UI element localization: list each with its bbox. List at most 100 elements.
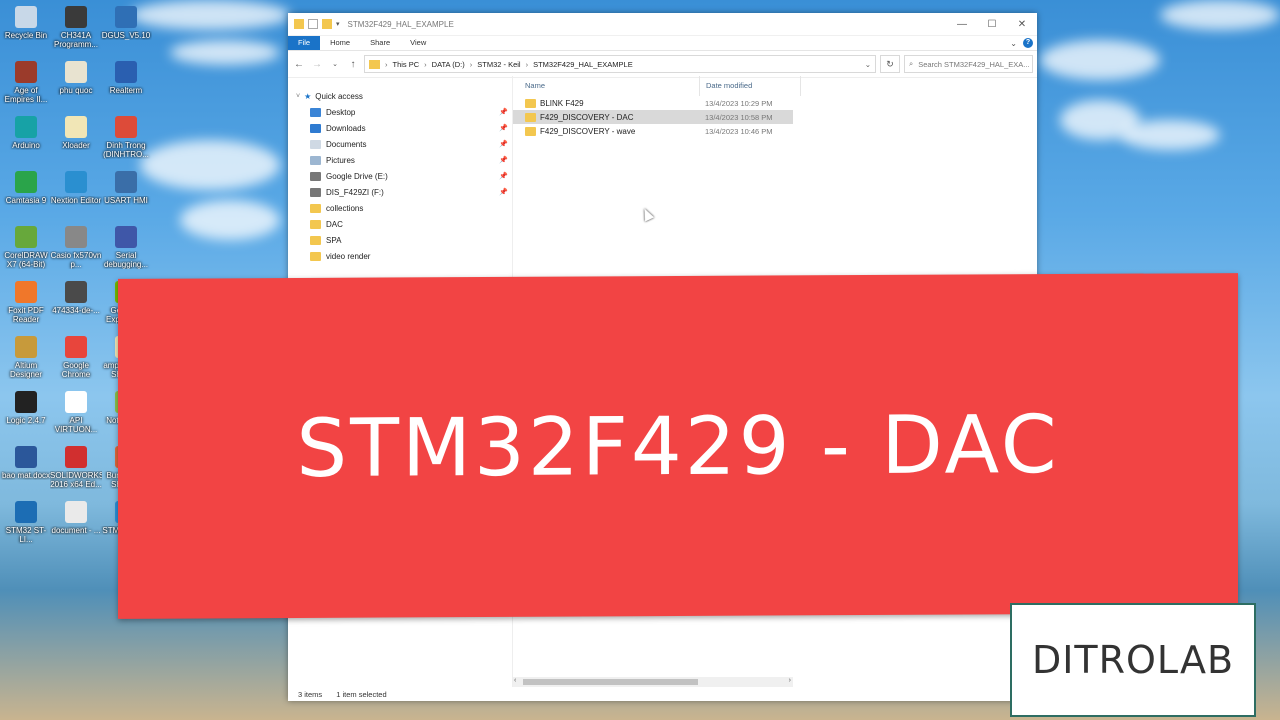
breadcrumb-current-folder[interactable]: STM32F429_HAL_EXAMPLE — [533, 60, 633, 69]
desktop-icon[interactable]: Google Chrome — [50, 336, 102, 379]
tab-share[interactable]: Share — [360, 36, 400, 50]
app-icon — [65, 226, 87, 248]
desktop-icon[interactable]: Foxit PDF Reader — [0, 281, 52, 324]
desktop-icon-label: DGUS_V5.10 — [101, 31, 151, 40]
address-bar[interactable]: › This PC › DATA (D:) › STM32 - Keil › S… — [364, 55, 876, 73]
desktop-icon[interactable]: DGUS_V5.10 — [100, 6, 152, 40]
app-icon — [15, 391, 37, 413]
scrollbar-thumb[interactable] — [523, 679, 698, 685]
app-icon — [115, 226, 137, 248]
search-input[interactable]: Search STM32F429_HAL_EXA... — [918, 60, 1029, 69]
maximize-button[interactable]: ☐ — [977, 19, 1007, 30]
desktop-icon-label: USART HMI — [104, 196, 148, 205]
breadcrumb-data-drive[interactable]: DATA (D:) — [432, 60, 465, 69]
pin-icon[interactable]: 📌 — [499, 124, 508, 132]
nav-quick-access[interactable]: ˅ ★ Quick access — [288, 88, 512, 104]
file-name: BLINK F429 — [540, 98, 584, 108]
app-icon — [15, 226, 37, 248]
recent-locations-icon[interactable]: ⌄ — [328, 60, 342, 68]
scroll-right-icon[interactable]: › — [789, 677, 791, 684]
help-icon[interactable]: ? — [1023, 38, 1033, 48]
desktop-icon[interactable]: Serial debugging... — [100, 226, 152, 269]
desktop-icon[interactable]: Xloader — [50, 116, 102, 150]
folder-icon — [310, 187, 321, 197]
expand-ribbon-icon[interactable]: ⌄ — [1010, 39, 1017, 48]
close-button[interactable]: ✕ — [1007, 19, 1037, 30]
desktop-icon[interactable]: Age of Empires II... — [0, 61, 52, 104]
refresh-icon[interactable]: ↻ — [880, 55, 900, 73]
desktop-icon[interactable]: Casio fx570vn p... — [50, 226, 102, 269]
app-icon — [115, 6, 137, 28]
desktop-icon[interactable]: USART HMI — [100, 171, 152, 205]
desktop-icon[interactable]: Nextion Editor — [50, 171, 102, 205]
pin-icon[interactable]: 📌 — [499, 108, 508, 116]
nav-item[interactable]: DAC — [288, 216, 512, 232]
desktop-icon[interactable]: bao mat.docx — [0, 446, 52, 480]
tab-view[interactable]: View — [400, 36, 436, 50]
desktop-icon[interactable]: Arduino — [0, 116, 52, 150]
file-row[interactable]: F429_DISCOVERY - DAC 13/4/2023 10:58 PM — [513, 110, 793, 124]
nav-item[interactable]: DIS_F429ZI (F:) 📌 — [288, 184, 512, 200]
nav-item[interactable]: video render — [288, 248, 512, 264]
properties-icon[interactable] — [308, 19, 318, 29]
pin-icon[interactable]: 📌 — [499, 188, 508, 196]
folder-icon — [310, 123, 321, 133]
nav-item[interactable]: collections — [288, 200, 512, 216]
desktop-icon[interactable]: Dinh Trong (DINHTRO... — [100, 116, 152, 159]
nav-item-label: video render — [326, 251, 371, 261]
tab-home[interactable]: Home — [320, 36, 360, 50]
desktop-icon[interactable]: 474334-de-... — [50, 281, 102, 315]
app-icon — [65, 336, 87, 358]
file-row[interactable]: BLINK F429 13/4/2023 10:29 PM — [513, 96, 793, 110]
nav-item[interactable]: Documents 📌 — [288, 136, 512, 152]
search-box[interactable]: ⌕ Search STM32F429_HAL_EXA... — [904, 55, 1033, 73]
nav-item[interactable]: Downloads 📌 — [288, 120, 512, 136]
desktop-icon[interactable]: Recycle Bin — [0, 6, 52, 40]
minimize-button[interactable]: — — [947, 19, 977, 30]
nav-item[interactable]: SPA — [288, 232, 512, 248]
nav-item-label: DIS_F429ZI (F:) — [326, 187, 384, 197]
scroll-left-icon[interactable]: ‹ — [514, 677, 516, 684]
breadcrumb-stm32-keil[interactable]: STM32 - Keil — [477, 60, 520, 69]
desktop-icon[interactable]: Logic 2.4.7 — [0, 391, 52, 425]
tab-file[interactable]: File — [288, 36, 321, 50]
column-name[interactable]: Name — [513, 76, 700, 96]
column-date-modified[interactable]: Date modified — [700, 76, 801, 96]
pin-icon[interactable]: 📌 — [499, 156, 508, 164]
pin-icon[interactable]: 📌 — [499, 140, 508, 148]
selection-status: 1 item selected — [336, 689, 387, 699]
desktop-icon[interactable]: SOLIDWORKS 2016 x64 Ed... — [50, 446, 102, 489]
desktop-icon[interactable]: Altium Designer — [0, 336, 52, 379]
window-title: STM32F429_HAL_EXAMPLE — [347, 19, 454, 29]
nav-item-label: DAC — [326, 219, 343, 229]
nav-item[interactable]: Pictures 📌 — [288, 152, 512, 168]
desktop-icon[interactable]: CH341A Programm... — [50, 6, 102, 49]
chevron-down-icon[interactable]: ▾ — [336, 20, 340, 28]
pin-icon[interactable]: 📌 — [499, 172, 508, 180]
desktop-icon[interactable]: STM32 ST-LI... — [0, 501, 52, 544]
nav-item-label: Documents — [326, 139, 367, 149]
desktop-icon[interactable]: CorelDRAW X7 (64-Bit) — [0, 226, 52, 269]
horizontal-scrollbar[interactable]: ‹ › — [513, 677, 793, 687]
desktop-icon[interactable]: Camtasia 9 — [0, 171, 52, 205]
desktop-icon[interactable]: document - ... — [50, 501, 102, 535]
desktop-icon-label: phu quoc — [59, 86, 93, 95]
desktop-icon[interactable]: phu quoc — [50, 61, 102, 95]
forward-arrow-icon[interactable]: → — [310, 59, 324, 70]
new-folder-icon[interactable] — [322, 19, 332, 29]
file-row[interactable]: F429_DISCOVERY - wave 13/4/2023 10:46 PM — [513, 124, 793, 138]
search-icon: ⌕ — [909, 59, 914, 68]
folder-icon — [310, 107, 321, 117]
chevron-down-icon[interactable]: ⌄ — [865, 60, 871, 69]
up-arrow-icon[interactable]: ↑ — [346, 59, 360, 70]
desktop-icon[interactable]: Realterm — [100, 61, 152, 95]
back-arrow-icon[interactable]: ← — [292, 59, 306, 70]
banner-title: STM32F429 - DAC — [296, 397, 1060, 495]
nav-item[interactable]: Google Drive (E:) 📌 — [288, 168, 512, 184]
nav-item[interactable]: Desktop 📌 — [288, 104, 512, 120]
breadcrumb-this-pc[interactable]: This PC — [393, 60, 420, 69]
app-icon — [65, 446, 87, 468]
chevron-down-icon[interactable]: ˅ — [296, 93, 300, 100]
folder-icon — [525, 112, 536, 122]
desktop-icon[interactable]: API VIRTUON... — [50, 391, 102, 434]
